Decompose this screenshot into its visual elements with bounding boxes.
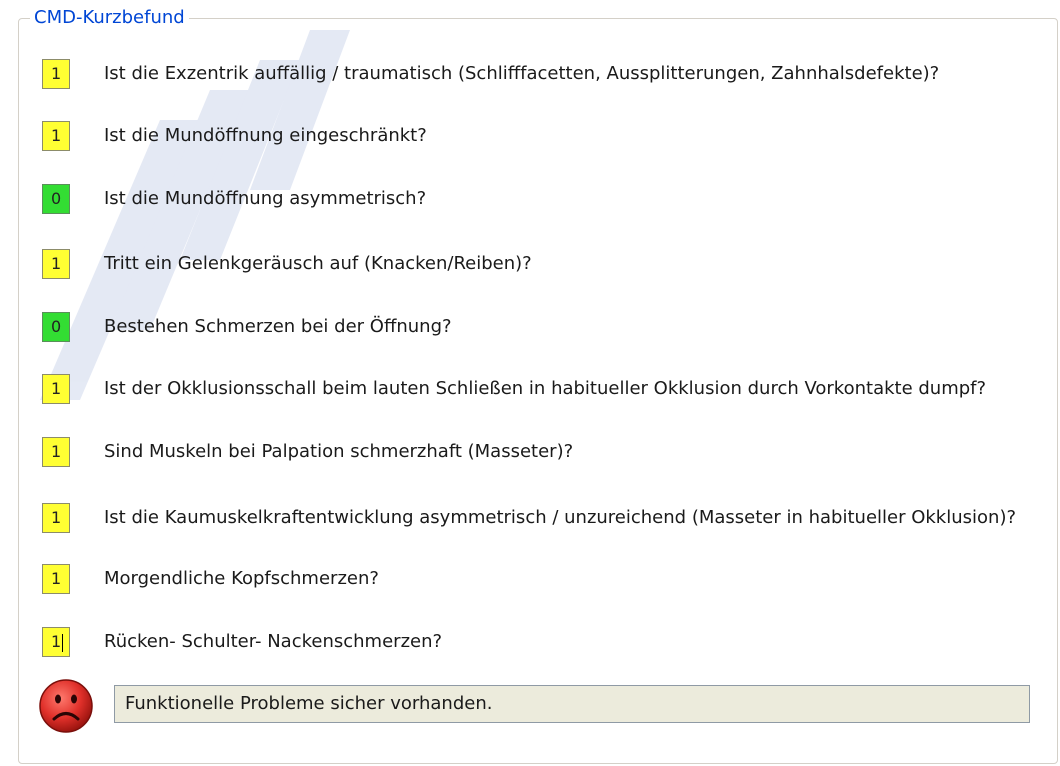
question-label: Sind Muskeln bei Palpation schmerzhaft (…	[104, 441, 574, 462]
question-label: Ist die Exzentrik auffällig / traumatisc…	[104, 63, 940, 84]
answer-field[interactable]: 1	[42, 374, 70, 404]
question-label: Ist die Mundöffnung asymmetrisch?	[104, 188, 427, 209]
question-row: 1 Ist die Kaumuskelkraftentwicklung asym…	[42, 503, 1016, 533]
answer-field[interactable]: 1	[42, 121, 70, 151]
text-caret	[62, 633, 64, 652]
question-label: Rücken- Schulter- Nackenschmerzen?	[104, 631, 443, 652]
answer-field[interactable]: 0	[42, 312, 70, 342]
question-row: 1 Rücken- Schulter- Nackenschmerzen?	[42, 627, 442, 657]
question-row: 0 Ist die Mundöffnung asymmetrisch?	[42, 184, 426, 214]
answer-field-active[interactable]: 1	[42, 627, 70, 657]
cmd-form-page: CMD-Kurzbefund 1 Ist die Exzentrik auffä…	[0, 0, 1060, 766]
question-row: 1 Morgendliche Kopfschmerzen?	[42, 564, 379, 594]
question-row: 1 Sind Muskeln bei Palpation schmerzhaft…	[42, 437, 573, 467]
question-label: Ist die Mundöffnung eingeschränkt?	[104, 125, 427, 146]
answer-field[interactable]: 1	[42, 437, 70, 467]
question-label: Tritt ein Gelenkgeräusch auf (Knacken/Re…	[104, 253, 532, 274]
result-status-field: Funktionelle Probleme sicher vorhanden.	[114, 685, 1030, 723]
question-label: Bestehen Schmerzen bei der Öffnung?	[104, 316, 452, 337]
answer-field[interactable]: 0	[42, 184, 70, 214]
answer-value: 1	[51, 632, 62, 651]
question-label: Ist die Kaumuskelkraftentwicklung asymme…	[104, 507, 1017, 528]
answer-field[interactable]: 1	[42, 503, 70, 533]
question-row: 1 Ist die Mundöffnung eingeschränkt?	[42, 121, 427, 151]
question-row: 1 Ist der Okklusionsschall beim lauten S…	[42, 374, 986, 404]
answer-field[interactable]: 1	[42, 59, 70, 89]
sad-face-icon	[39, 679, 93, 733]
question-label: Ist der Okklusionsschall beim lauten Sch…	[104, 378, 987, 399]
answer-field[interactable]: 1	[42, 564, 70, 594]
question-label: Morgendliche Kopfschmerzen?	[104, 568, 379, 589]
question-row: 1 Tritt ein Gelenkgeräusch auf (Knacken/…	[42, 249, 532, 279]
groupbox-title: CMD-Kurzbefund	[30, 7, 189, 29]
question-row: 0 Bestehen Schmerzen bei der Öffnung?	[42, 312, 452, 342]
question-row: 1 Ist die Exzentrik auffällig / traumati…	[42, 59, 939, 89]
answer-field[interactable]: 1	[42, 249, 70, 279]
